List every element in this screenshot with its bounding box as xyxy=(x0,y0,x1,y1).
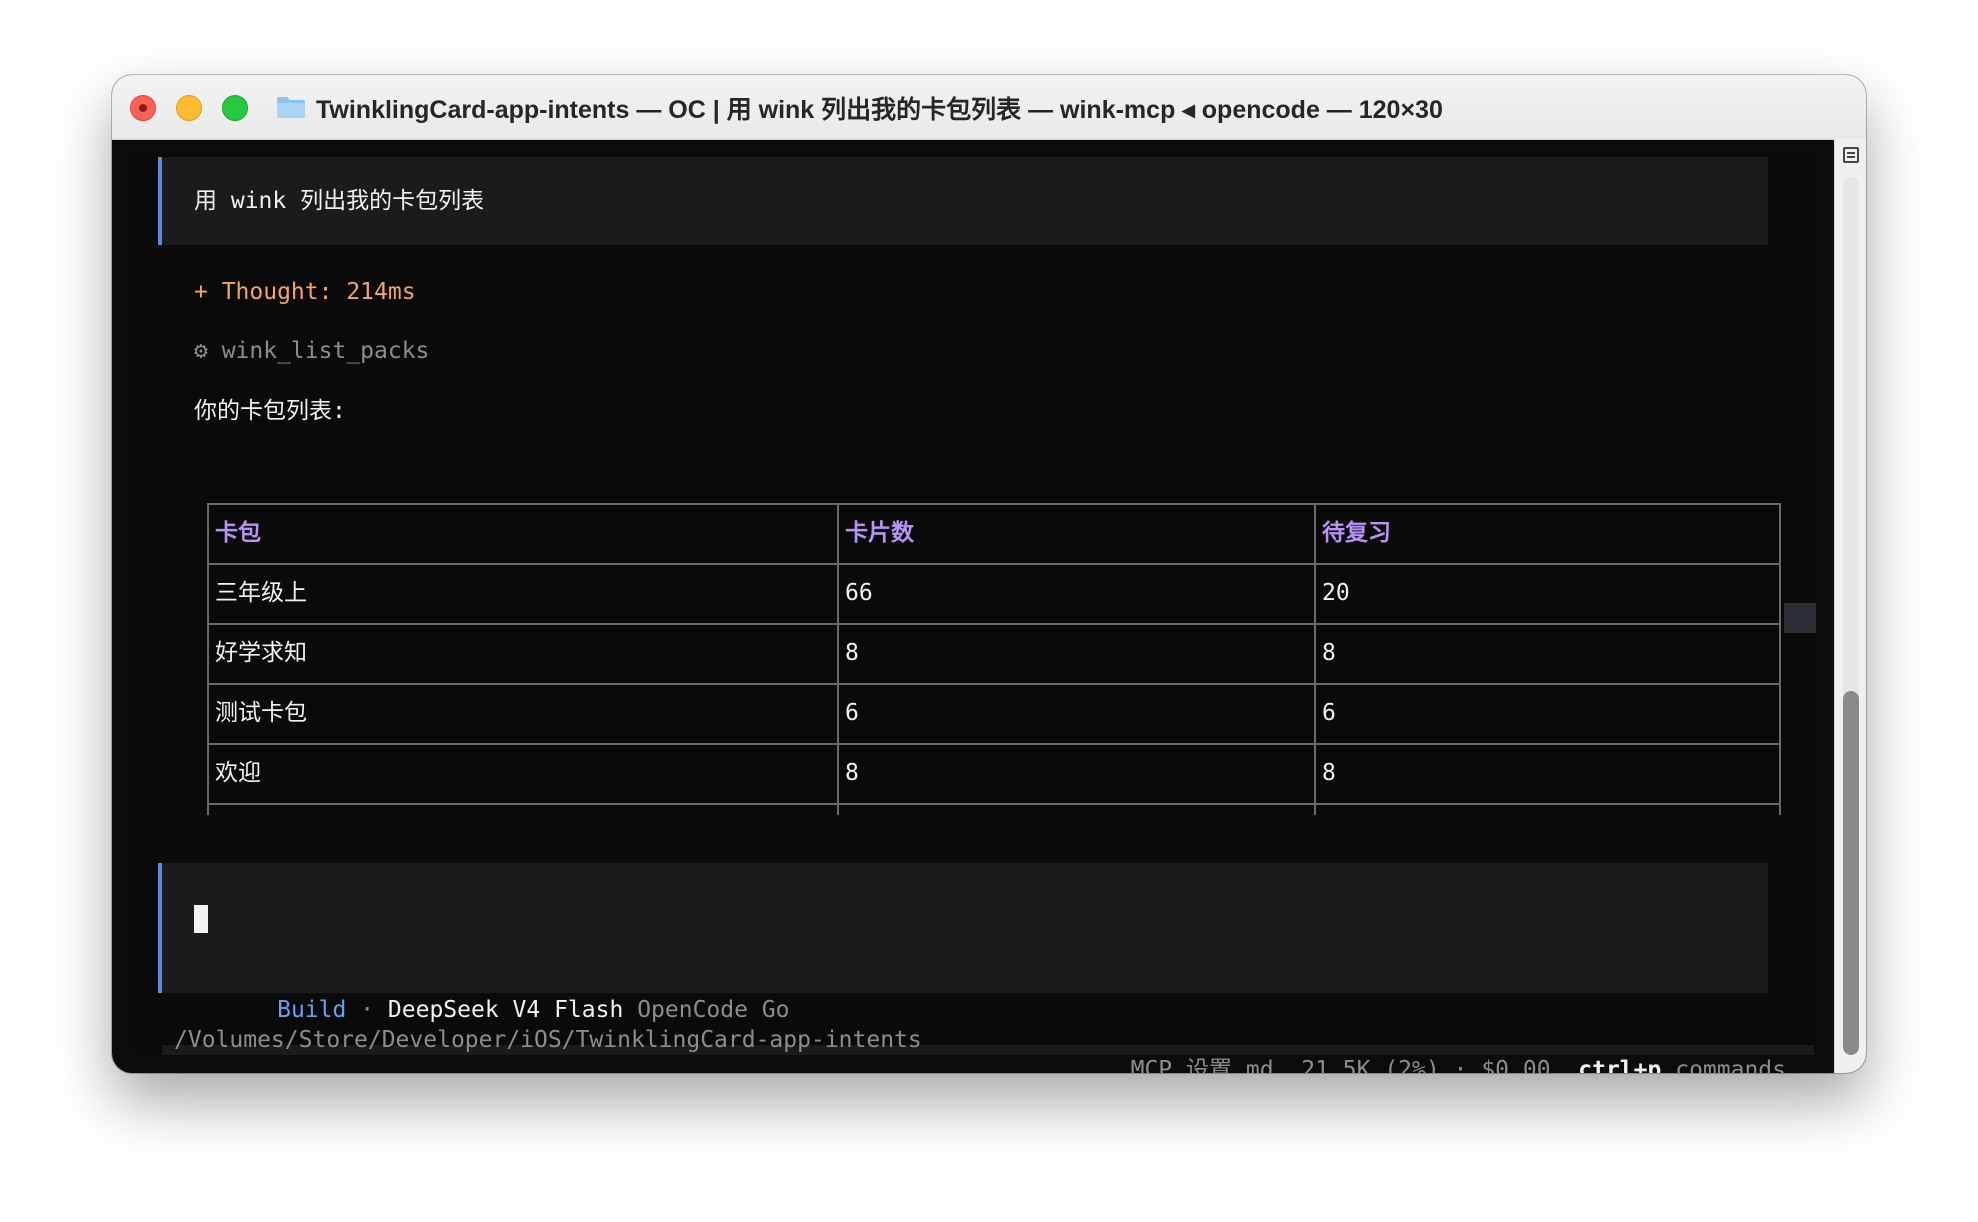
status-right: MCP 设置.md 21.5K (2%) · $0.00 ctrl+p comm… xyxy=(1048,1025,1786,1073)
status-dot: · xyxy=(1453,1057,1468,1073)
table-row: 欢迎 8 8 xyxy=(207,743,1781,803)
window-title: TwinklingCard-app-intents — OC | 用 wink … xyxy=(316,96,1443,124)
packs-table: 卡包 卡片数 待复习 三年级上 66 20 好学求知 8 8 测试卡包 6 6 … xyxy=(207,503,1781,815)
status-cost: $0.00 xyxy=(1481,1057,1551,1073)
mode-separator: · xyxy=(360,997,375,1023)
provider-name: OpenCode Go xyxy=(637,997,790,1023)
scrollbar[interactable] xyxy=(1834,139,1866,1073)
terminal-content[interactable]: 用 wink 列出我的卡包列表 + Thought: 214ms ⚙ wink_… xyxy=(132,153,1814,1073)
table-row: 三年级上 66 20 xyxy=(207,563,1781,623)
shortcut-key: ctrl+p xyxy=(1578,1057,1662,1073)
due-review: 6 xyxy=(1322,700,1336,726)
model-name[interactable]: DeepSeek V4 Flash xyxy=(388,997,623,1023)
terminal-window: TwinklingCard-app-intents — OC | 用 wink … xyxy=(112,75,1866,1073)
due-review: 8 xyxy=(1322,640,1336,666)
scrollbar-thumb[interactable] xyxy=(1843,691,1859,1055)
card-count: 6 xyxy=(845,700,859,726)
pack-name: 好学求知 xyxy=(215,640,307,666)
card-count: 66 xyxy=(845,580,873,606)
tool-call-line: ⚙ wink_list_packs xyxy=(194,338,430,364)
scrollbar-menu-icon[interactable] xyxy=(1843,147,1859,163)
pack-name: 测试卡包 xyxy=(215,700,307,726)
mode-label[interactable]: Build xyxy=(277,997,346,1023)
shortcut-label[interactable]: commands xyxy=(1675,1057,1786,1073)
status-mcp: MCP 设置.md xyxy=(1130,1057,1274,1073)
text-cursor xyxy=(194,905,208,933)
title-bar: TwinklingCard-app-intents — OC | 用 wink … xyxy=(112,75,1866,140)
header-pack: 卡包 xyxy=(215,520,261,546)
close-button[interactable] xyxy=(130,95,156,121)
table-row: 测试卡包 6 6 xyxy=(207,683,1781,743)
response-intro: 你的卡包列表: xyxy=(194,398,346,424)
user-prompt: 用 wink 列出我的卡包列表 xyxy=(194,188,485,214)
status-tokens: 21.5K (2%) xyxy=(1301,1057,1440,1073)
card-count: 8 xyxy=(845,760,859,786)
table-row: 好学求知 8 8 xyxy=(207,623,1781,683)
terminal-side-marker xyxy=(1784,603,1816,633)
pack-name: 三年级上 xyxy=(215,580,307,606)
folder-icon xyxy=(277,97,305,118)
pack-name: 欢迎 xyxy=(215,760,261,786)
due-review: 8 xyxy=(1322,760,1336,786)
header-due-review: 待复习 xyxy=(1322,520,1391,546)
status-path: /Volumes/Store/Developer/iOS/TwinklingCa… xyxy=(174,1027,922,1053)
header-card-count: 卡片数 xyxy=(845,520,914,546)
thought-line[interactable]: + Thought: 214ms xyxy=(194,277,416,307)
due-review: 20 xyxy=(1322,580,1350,606)
minimize-button[interactable] xyxy=(176,95,202,121)
card-count: 8 xyxy=(845,640,859,666)
maximize-button[interactable] xyxy=(222,95,248,121)
table-header-row: 卡包 卡片数 待复习 xyxy=(207,503,1781,563)
